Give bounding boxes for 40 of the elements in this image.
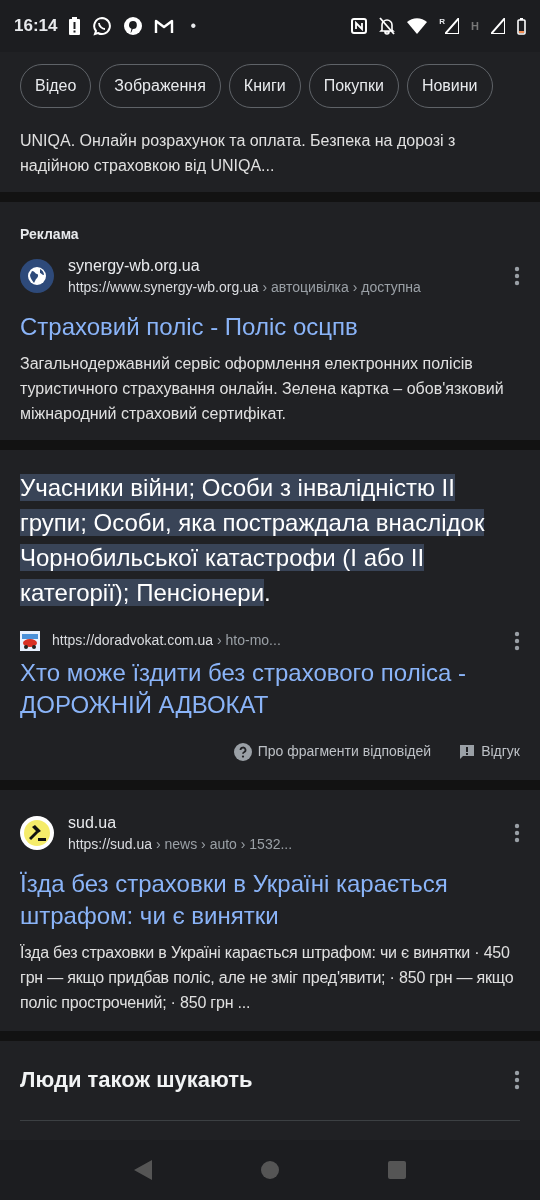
feedback-icon bbox=[459, 743, 476, 760]
battery-icon bbox=[517, 17, 526, 35]
site-url[interactable]: https://www.synergy-wb.org.ua bbox=[68, 279, 259, 295]
bell-off-icon bbox=[379, 17, 396, 35]
ad-label: Реклама bbox=[20, 225, 80, 244]
url-path: › автоцивілка › доступна bbox=[261, 279, 421, 295]
notification-dot: • bbox=[190, 16, 197, 36]
nfc-icon bbox=[351, 18, 368, 34]
signal-icon bbox=[445, 18, 460, 34]
wifi-icon bbox=[407, 18, 428, 34]
result-snippet: UNIQA. Онлайн розрахунок та оплата. Безпека на дорозі з надійною страховкою від UNIQA... bbox=[20, 131, 457, 176]
feedback-link[interactable]: Відгук bbox=[459, 741, 520, 762]
more-options-icon[interactable] bbox=[514, 823, 520, 843]
featured-answer: Учасники війни; Особи з інвалідністю II групи; Особи, яка постраждала внаслідок Чорнобильської катастрофи (I або II категорії); Пенсіонери. bbox=[20, 473, 486, 608]
site-url[interactable]: https://sud.ua bbox=[68, 836, 153, 852]
battery-alert-icon bbox=[69, 17, 81, 35]
globe-icon bbox=[20, 259, 54, 293]
url-path: › news › auto › 1532... bbox=[154, 836, 293, 852]
result-snippet: Їзда без страховки в Україні карається штрафом: чи є винятки · 450 грн — якщо придбав поліс, але не зміг пред'явити; · 850 грн — якщо поліс прострочений; · 850 грн ... bbox=[20, 943, 515, 1013]
signal-icon bbox=[491, 18, 505, 34]
about-snippets-link[interactable]: Про фрагменти відповідей bbox=[233, 741, 432, 762]
result-snippet: Загальнодержавний сервіс оформлення електронних полісів туристичного страхування онлайн. Зелена картка – обов'язковий міжнародний страховий сертифікат. bbox=[20, 354, 505, 424]
roaming-label: R bbox=[439, 18, 446, 26]
mail-m-icon bbox=[154, 18, 175, 34]
result-title-link[interactable]: Хто може їздити без страхового поліса - ДОРОЖНІЙ АДВОКАТ bbox=[20, 657, 520, 721]
result-title-link[interactable]: Їзда без страховки в Україні карається штрафом: чи є винятки bbox=[20, 868, 520, 932]
clock: 16:14 bbox=[14, 15, 58, 38]
site-name: sud.ua bbox=[68, 813, 118, 833]
more-options-icon[interactable] bbox=[514, 630, 520, 651]
result-title-link[interactable]: Страховий поліс - Поліс осцпв bbox=[20, 311, 520, 343]
network-type-label: H bbox=[471, 18, 479, 34]
url-path: › hto-mo... bbox=[215, 632, 281, 648]
chat-bubble-icon bbox=[92, 16, 113, 36]
site-name: synergy-wb.org.ua bbox=[68, 256, 201, 276]
site-favicon bbox=[20, 630, 40, 651]
help-icon bbox=[233, 742, 252, 761]
more-options-icon[interactable] bbox=[514, 266, 520, 286]
more-options-icon[interactable] bbox=[514, 1069, 520, 1090]
site-url[interactable]: https://doradvokat.com.ua bbox=[52, 632, 214, 648]
section-heading: Люди також шукають bbox=[20, 1066, 254, 1094]
